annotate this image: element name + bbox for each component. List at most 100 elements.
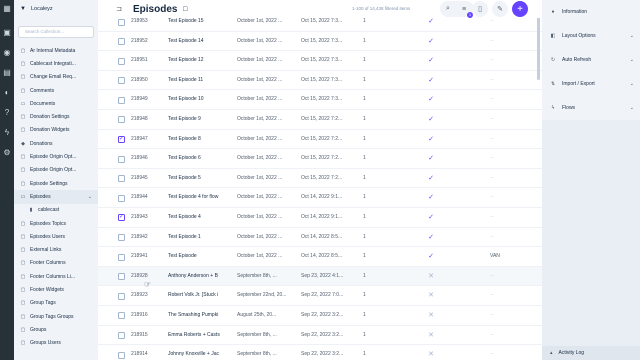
cell-created: Oct 15, 2022 7:3... [301,96,343,103]
chevron-down-icon: ⌄ [629,105,634,111]
table-row[interactable]: ✓ 218943 Test Episode 4 October 1st, 2022 .… [98,208,542,228]
chevron-down-icon[interactable]: ⌄ [88,194,92,200]
cell-id: 218946 [131,155,148,162]
users-icon[interactable]: ◉ [2,48,12,58]
box-icon[interactable]: ▦ [2,4,12,14]
nav-item[interactable]: ▢ Comments [14,84,98,97]
nav-item[interactable]: ▢ Donation Widgets [14,124,98,137]
nav-item[interactable]: ▢ Footer Widgets [14,283,98,296]
back-button[interactable]: ⊐ [112,2,126,16]
collection-search-input[interactable]: Search Collection... [18,26,94,38]
nav-item[interactable]: ▢ Episode Settings [14,177,98,190]
row-checkbox[interactable] [118,155,125,163]
help-icon[interactable]: ? [2,108,12,118]
nav-item-label: Groups Users [30,340,61,347]
row-checkbox[interactable]: ✓ [118,214,125,222]
cell-date: October 1st, 2022 ... [237,194,283,201]
folder-icon[interactable]: ▣ [2,28,12,38]
cell-date: October 1st, 2022 ... [237,96,283,103]
nav-item[interactable]: ▢ Cablecast Integrati... [14,57,98,70]
sidebar-section-layout-options[interactable]: ◧ Layout Options ⌄ [542,24,640,48]
nav-item[interactable]: ▢ Groups Users [14,337,98,350]
row-checkbox[interactable] [118,77,125,85]
cell-title: Test Episode 11 [168,76,204,83]
row-checkbox[interactable] [118,351,125,359]
row-checkbox[interactable] [118,234,125,242]
nav-item[interactable]: ▢ Footer Columns [14,257,98,270]
row-checkbox[interactable] [118,38,125,46]
bookmark-icon[interactable]: ☐ [182,6,187,13]
table-row[interactable]: 218950 Test Episode 11 October 1st, 2022 .… [98,71,542,91]
nav-item[interactable]: ▢ Groups [14,323,98,336]
nav-item[interactable]: ▢ Episode Origin Opt... [14,164,98,177]
table-row[interactable]: 218952 Test Episode 14 October 1st, 2022 .… [98,32,542,52]
table-row[interactable]: 218915 Emma Roberts + Casts September 8th,… [98,326,542,346]
cell-extra: -- [490,194,494,201]
table-row[interactable]: 218941 Test Episode October 1st, 2022 ... O… [98,247,542,267]
filter-button[interactable]: ≡ 1 [456,1,473,18]
nav-item[interactable]: ▢ Group Tags [14,297,98,310]
cell-id: 218943 [131,213,148,220]
table-row[interactable]: 218923 Robert Volk Jr. [Stuck i September … [98,286,542,306]
nav-item[interactable]: ◆ Donations [14,137,98,150]
sidebar-section-flows[interactable]: ϟ Flows ⌄ [542,96,640,120]
nav-item[interactable]: ▢ Donation Settings [14,110,98,123]
table-row[interactable]: 218945 Test Episode 5 October 1st, 2022 ..… [98,169,542,189]
nav-item[interactable]: ▢ Ar Internal Metadata [14,44,98,57]
row-checkbox[interactable] [118,175,125,183]
nav-item[interactable]: ▢ Episodes Topics [14,217,98,230]
row-checkbox[interactable] [118,18,125,26]
cell-number: 1 [363,311,366,318]
cell-date: October 1st, 2022 ... [237,76,283,83]
table-row[interactable]: 218948 Test Episode 9 October 1st, 2022 ..… [98,110,542,130]
table-row[interactable]: 218942 Test Episode 1 October 1st, 2022 ..… [98,228,542,248]
sidebar-section-auto-refresh[interactable]: ↻ Auto Refresh ⌄ [542,48,640,72]
search-button[interactable]: ⌕ [440,1,456,17]
row-checkbox[interactable] [118,332,125,339]
nav-item[interactable]: ▢ Episode Origin Opt... [14,150,98,163]
nav-item[interactable]: ▮ cablecast [14,204,98,217]
nav-item[interactable]: ▭ Episodes ⌄ [14,190,98,204]
table-row[interactable]: 218928 Anthony Anderson + B September 8th,… [98,266,542,287]
archive-button[interactable]: ▯ [472,1,488,17]
nav-item[interactable]: ▢ Group Tags Groups [14,310,98,323]
nav-item[interactable]: ▢ External Links [14,243,98,256]
sidebar-section-information[interactable]: ● Information [542,0,640,24]
create-item-button[interactable]: + [512,1,528,17]
row-checkbox[interactable] [118,194,125,202]
row-checkbox[interactable] [118,116,125,124]
activity-log-label: Activity Log [558,350,585,356]
table-row[interactable]: 218914 Johnny Knoxville + Jac September 8t… [98,345,542,360]
row-checkbox[interactable] [118,273,125,281]
cell-title: Test Episode [168,253,197,260]
table-row[interactable]: ✓ 218947 Test Episode 8 October 1st, 2022 .… [98,130,542,150]
row-checkbox[interactable] [118,312,125,320]
insights-icon[interactable]: ◐ [2,88,12,98]
flows-icon[interactable]: ϟ [2,128,12,138]
project-header[interactable]: ▼ Localeyz [14,0,98,18]
cell-title: The Smashing Pumpki [168,311,219,318]
cell-title: Test Episode 5 [168,174,201,181]
table-row[interactable]: 218949 Test Episode 10 October 1st, 2022 .… [98,90,542,110]
table-row[interactable]: 218916 The Smashing Pumpki August 25th, 20… [98,306,542,326]
row-checkbox[interactable] [118,253,125,261]
table-row[interactable]: 218951 Test Episode 12 October 1st, 2022 .… [98,51,542,71]
info-icon: ● [551,9,555,15]
nav-item-label: Group Tags [30,300,56,307]
nav-item[interactable]: ▭ Documents [14,97,98,110]
file-icon[interactable]: ▤ [2,68,12,78]
row-checkbox[interactable]: ✓ [118,136,125,144]
activity-log-toggle[interactable]: ▴ Activity Log [542,346,640,360]
row-checkbox[interactable] [118,96,125,104]
row-checkbox[interactable] [118,57,125,65]
row-checkbox[interactable] [118,292,125,300]
settings-icon[interactable]: ⚙ [2,148,12,158]
nav-item[interactable]: ▢ Footer Columns Li... [14,270,98,283]
nav-item[interactable]: ▢ Change Email Req... [14,71,98,84]
cell-number: 1 [363,174,366,181]
batch-edit-button[interactable]: ✎ [492,1,508,17]
table-row[interactable]: 218944 Test Episode 4 for flow October 1st… [98,188,542,208]
nav-item[interactable]: ▢ Episodes Users [14,230,98,243]
sidebar-section-import-export[interactable]: ⇅ Import / Export ⌄ [542,72,640,96]
table-row[interactable]: 218946 Test Episode 6 October 1st, 2022 ..… [98,149,542,169]
